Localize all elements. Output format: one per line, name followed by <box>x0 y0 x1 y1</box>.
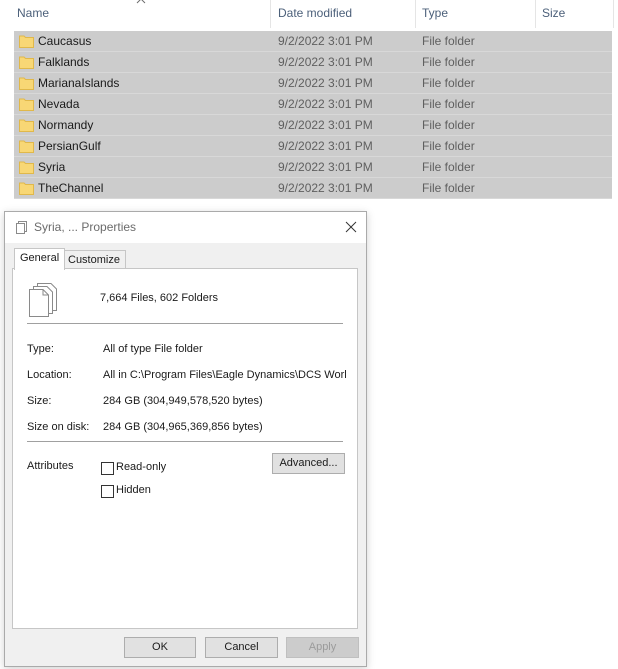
apply-button-label: Apply <box>308 641 337 653</box>
file-date-modified: 9/2/2022 3:01 PM <box>278 76 373 90</box>
column-header-size[interactable]: Size <box>536 0 614 28</box>
file-name: PersianGulf <box>38 139 101 153</box>
file-row[interactable]: Falklands 9/2/2022 3:01 PM File folder <box>14 52 612 73</box>
file-type: File folder <box>422 97 475 111</box>
file-type: File folder <box>422 181 475 195</box>
folder-icon <box>19 98 34 111</box>
file-date-modified: 9/2/2022 3:01 PM <box>278 139 373 153</box>
properties-icon <box>16 221 27 234</box>
size-value: 284 GB (304,949,578,520 bytes) <box>103 395 263 407</box>
separator <box>27 441 343 442</box>
location-value: All in C:\Program Files\Eagle Dynamics\D… <box>103 369 347 381</box>
folder-icon <box>19 77 34 90</box>
folder-icon <box>19 119 34 132</box>
hidden-checkbox[interactable] <box>101 485 114 498</box>
column-header-size-label: Size <box>542 6 566 20</box>
column-header-type[interactable]: Type <box>416 0 536 28</box>
sort-ascending-icon <box>136 0 146 4</box>
folder-icon <box>19 182 34 195</box>
file-date-modified: 9/2/2022 3:01 PM <box>278 118 373 132</box>
readonly-checkbox-label[interactable]: Read-only <box>116 461 166 473</box>
file-type: File folder <box>422 160 475 174</box>
column-header-date-modified[interactable]: Date modified <box>272 0 416 28</box>
column-header-name-label: Name <box>17 6 50 20</box>
file-explorer-list: Name Date modified Type Size Caucasus 9/… <box>0 0 618 205</box>
ok-button-label: OK <box>152 641 168 653</box>
size-on-disk-value: 284 GB (304,965,369,856 bytes) <box>103 421 263 433</box>
file-row[interactable]: Nevada 9/2/2022 3:01 PM File folder <box>14 94 612 115</box>
file-type: File folder <box>422 118 475 132</box>
file-name: TheChannel <box>38 181 104 195</box>
file-type: File folder <box>422 76 475 90</box>
file-row[interactable]: PersianGulf 9/2/2022 3:01 PM File folder <box>14 136 612 157</box>
column-header-date-label: Date modified <box>278 6 353 20</box>
file-name: Syria <box>38 160 66 174</box>
column-header-type-label: Type <box>422 6 449 20</box>
readonly-checkbox[interactable] <box>101 462 114 475</box>
tab-general-label: General <box>20 252 60 264</box>
file-type: File folder <box>422 34 475 48</box>
separator <box>27 323 343 324</box>
file-row[interactable]: Normandy 9/2/2022 3:01 PM File folder <box>14 115 612 136</box>
close-button[interactable] <box>336 212 366 243</box>
type-value: All of type File folder <box>103 343 203 355</box>
advanced-button-label: Advanced... <box>279 457 338 469</box>
ok-button[interactable]: OK <box>124 637 196 658</box>
file-date-modified: 9/2/2022 3:01 PM <box>278 181 373 195</box>
file-date-modified: 9/2/2022 3:01 PM <box>278 34 373 48</box>
size-label: Size: <box>27 395 52 407</box>
location-label: Location: <box>27 369 72 381</box>
hidden-checkbox-label[interactable]: Hidden <box>116 484 151 496</box>
advanced-button[interactable]: Advanced... <box>272 453 345 474</box>
file-date-modified: 9/2/2022 3:01 PM <box>278 160 373 174</box>
file-row[interactable]: Caucasus 9/2/2022 3:01 PM File folder <box>14 31 612 52</box>
folder-icon <box>19 56 34 69</box>
tab-general[interactable]: General <box>14 248 66 270</box>
cancel-button[interactable]: Cancel <box>205 637 278 658</box>
general-tab-panel: 7,664 Files, 602 Folders Type: All of ty… <box>12 268 358 629</box>
close-icon <box>345 221 357 233</box>
file-name: Falklands <box>38 55 90 69</box>
file-name: Normandy <box>38 118 94 132</box>
folder-icon <box>19 35 34 48</box>
files-folders-summary: 7,664 Files, 602 Folders <box>100 292 219 304</box>
file-type: File folder <box>422 139 475 153</box>
properties-dialog: Syria, ... Properties General Customize … <box>4 211 367 667</box>
dialog-title: Syria, ... Properties <box>34 220 137 234</box>
file-row[interactable]: TheChannel 9/2/2022 3:01 PM File folder <box>14 178 612 199</box>
attributes-label: Attributes <box>27 460 74 472</box>
multiple-files-icon <box>29 283 57 317</box>
file-rows: Caucasus 9/2/2022 3:01 PM File folder Fa… <box>14 31 612 199</box>
tab-customize-label: Customize <box>68 254 120 266</box>
file-type: File folder <box>422 55 475 69</box>
file-name: Nevada <box>38 97 80 111</box>
dialog-title-bar[interactable]: Syria, ... Properties <box>5 212 366 243</box>
type-label: Type: <box>27 343 54 355</box>
folder-icon <box>19 140 34 153</box>
folder-icon <box>19 161 34 174</box>
column-header-bar: Name Date modified Type Size <box>0 0 618 28</box>
apply-button[interactable]: Apply <box>286 637 359 658</box>
file-name: Caucasus <box>38 34 92 48</box>
file-row[interactable]: MarianaIslands 9/2/2022 3:01 PM File fol… <box>14 73 612 94</box>
file-date-modified: 9/2/2022 3:01 PM <box>278 55 373 69</box>
cancel-button-label: Cancel <box>224 641 259 653</box>
tab-customize[interactable]: Customize <box>62 250 126 270</box>
size-on-disk-label: Size on disk: <box>27 421 90 433</box>
file-date-modified: 9/2/2022 3:01 PM <box>278 97 373 111</box>
file-name: MarianaIslands <box>38 76 120 90</box>
file-row[interactable]: Syria 9/2/2022 3:01 PM File folder <box>14 157 612 178</box>
